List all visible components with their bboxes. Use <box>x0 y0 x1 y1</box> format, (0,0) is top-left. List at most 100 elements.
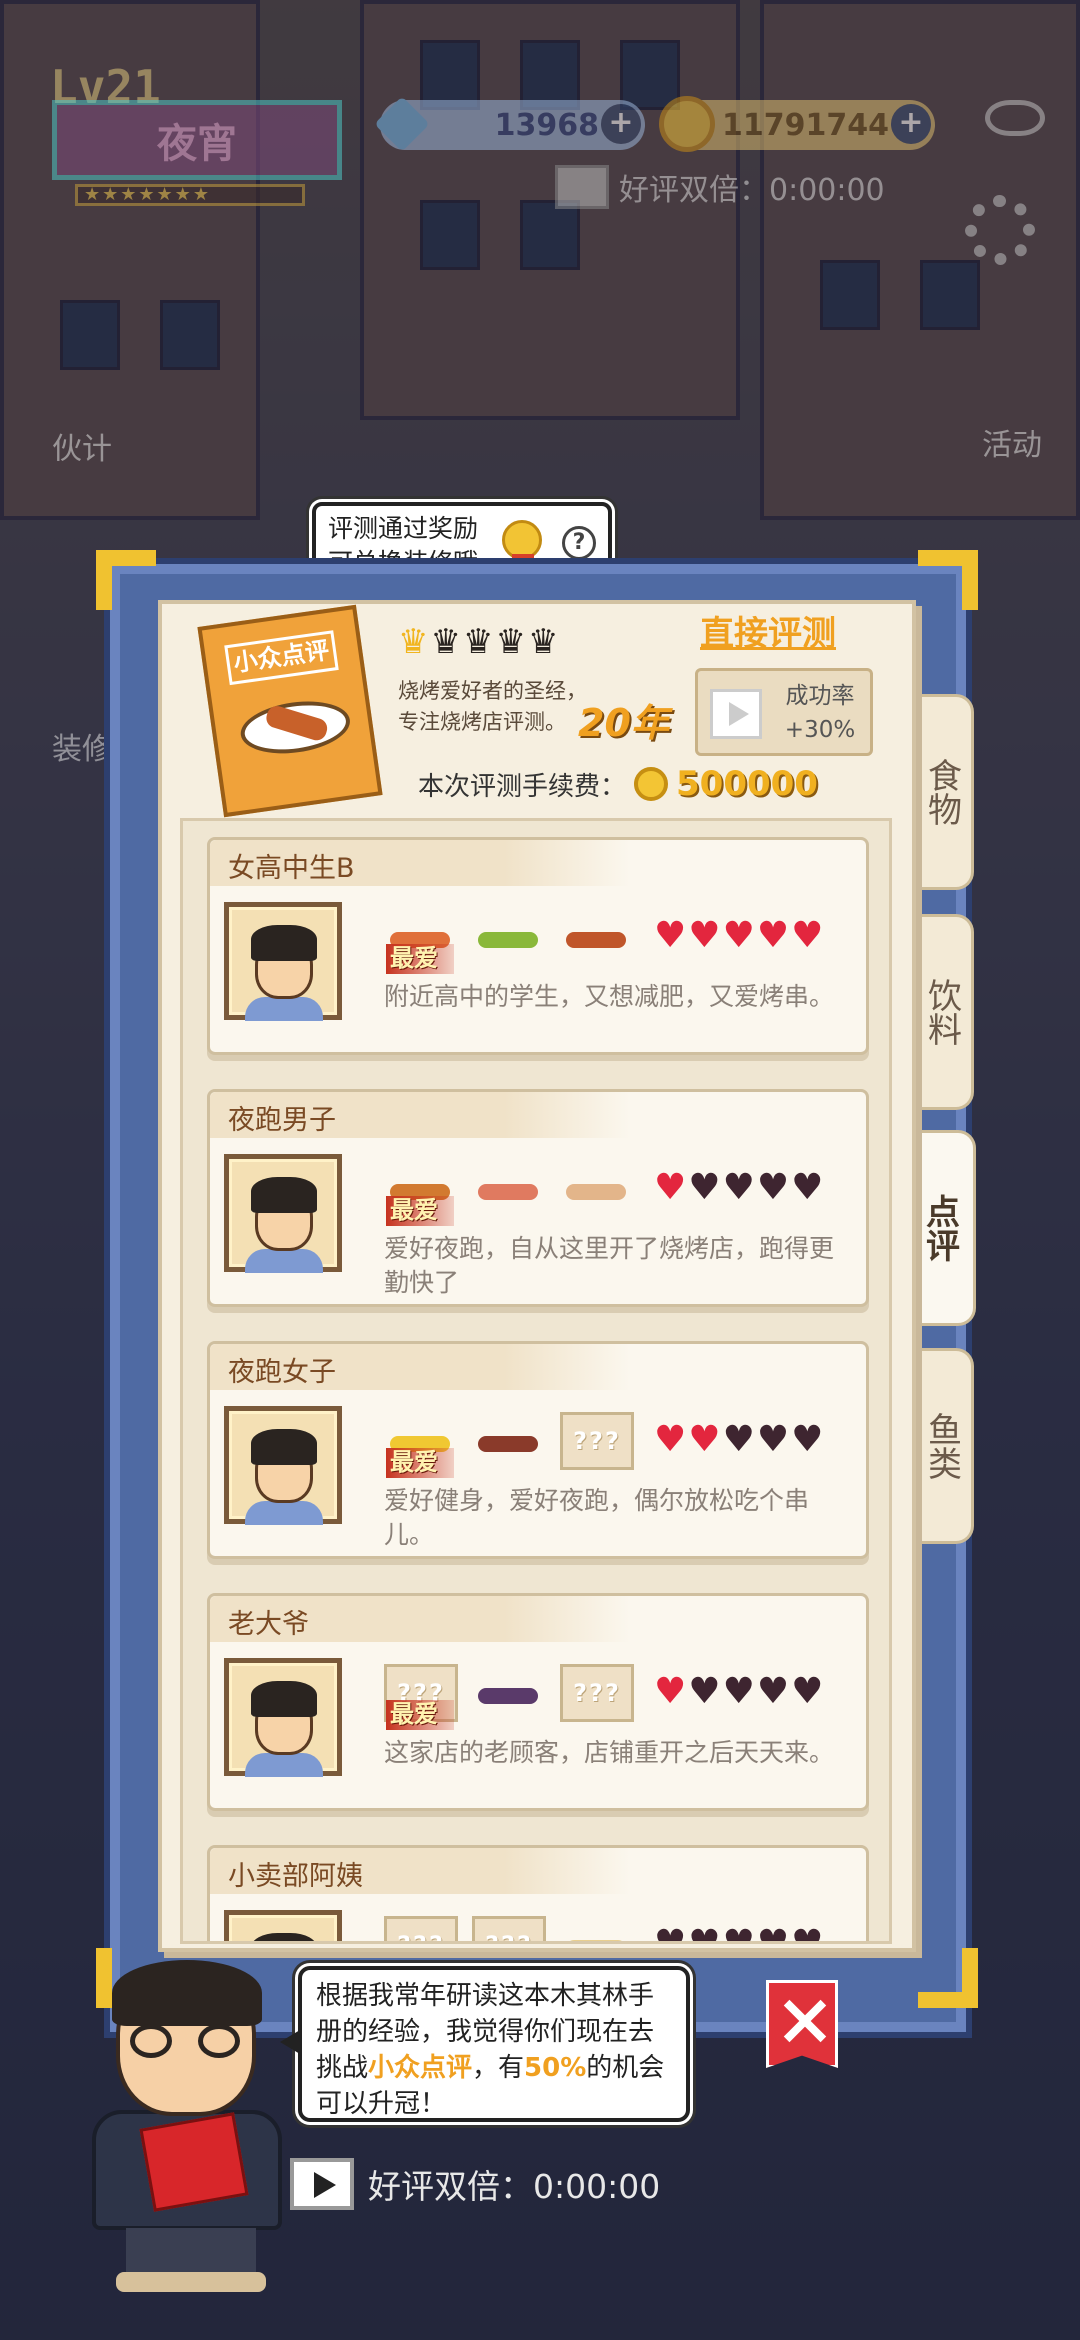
side-menu-events[interactable]: 活动 <box>982 420 1042 464</box>
heart-empty-icon: ♥ <box>756 1671 790 1712</box>
video-ad-icon <box>710 689 762 739</box>
heart-empty-icon: ♥ <box>791 1419 824 1460</box>
close-button[interactable] <box>766 1980 838 2068</box>
unknown-food-icon: ??? <box>560 1412 634 1470</box>
crown-empty-icon: ♛ <box>527 622 559 662</box>
shop-name-badge: 夜宵 <box>52 100 342 180</box>
unknown-food-label: ??? <box>475 1919 543 1941</box>
review-book-description-line2: 专注烧烤店评测。 <box>398 710 566 734</box>
heart-filled-icon: ♥ <box>688 1419 721 1460</box>
customer-name: 女高中生B <box>210 840 630 886</box>
customer-card[interactable]: 老大爷?????? 最爱 ♥ ♥ ♥ ♥ ♥ 这家店的老顾客，店铺重开之后天天来。 <box>207 1593 869 1811</box>
tab-fish[interactable]: 鱼类 <box>912 1348 974 1544</box>
success-rate-text: 成功率 +30% <box>770 679 870 747</box>
heart-empty-icon: ♥ <box>722 1419 755 1460</box>
heart-empty-icon: ♥ <box>722 1167 755 1208</box>
satisfaction-hearts: ♥ ♥ ♥ ♥ ♥ <box>654 916 823 956</box>
customer-name: 夜跑女子 <box>210 1344 630 1390</box>
tab-reviews[interactable]: 点评 <box>906 1130 976 1326</box>
frame-corner-bottom-right <box>918 1948 978 2008</box>
heart-filled-icon: ♥ <box>756 915 790 956</box>
customer-bio: 附近高中的学生，又想减肥，又爱烤串。 <box>384 982 835 1011</box>
unknown-food-icon: ??? <box>384 1916 458 1941</box>
bacon-slice-icon <box>472 1160 546 1218</box>
heart-empty-icon: ♥ <box>791 1923 824 1944</box>
heart-filled-icon: ♥ <box>654 1671 687 1712</box>
add-coins-button[interactable]: + <box>891 104 931 144</box>
crown-empty-icon: ♛ <box>495 622 526 662</box>
review-book-cover: 小众点评 <box>197 604 383 818</box>
customer-avatar <box>224 1154 342 1273</box>
eggplant-icon <box>472 1664 546 1722</box>
customer-card[interactable]: 小卖部阿姨??????♥♥♥♥♥ <box>207 1845 869 1944</box>
unknown-food-label: ??? <box>387 1919 455 1941</box>
review-fee-row: 本次评测手续费： 500000 <box>418 764 818 804</box>
tab-food[interactable]: 食物 <box>912 694 974 890</box>
satisfaction-hearts: ♥ ♥ ♥ ♥ ♥ <box>654 1420 823 1460</box>
green-onion-skewer-icon <box>472 908 546 966</box>
customer-name: 夜跑男子 <box>210 1092 630 1138</box>
customer-card[interactable]: 女高中生B 最爱 ♥ ♥ ♥ ♥ ♥ 附近高中的学生，又想减肥，又爱烤串。 <box>207 837 869 1055</box>
reward-tip-line1: 评测通过奖励 <box>328 514 479 543</box>
customer-avatar <box>224 1910 342 1941</box>
settings-gear-icon[interactable] <box>965 195 1035 265</box>
heart-filled-icon: ♥ <box>654 1419 687 1460</box>
advisor-highlight-2: 50% <box>524 2053 587 2083</box>
heart-empty-icon: ♥ <box>791 1671 824 1712</box>
unknown-food-label: ??? <box>573 1427 621 1455</box>
tab-drinks[interactable]: 饮料 <box>912 914 974 1110</box>
review-book-years: 20年 <box>578 701 669 745</box>
advisor-glasses <box>130 2024 240 2058</box>
customer-avatar <box>224 1658 342 1777</box>
review-book-title: 小众点评 <box>224 630 339 686</box>
shop-star-bar: ★★★★★★★ <box>75 184 305 206</box>
crown-empty-icon: ♛ <box>430 622 461 662</box>
crown-empty-icon: ♛ <box>462 622 494 662</box>
tab-reviews-label: 点评 <box>919 1194 960 1262</box>
tab-food-label: 食物 <box>921 758 962 826</box>
add-gems-button[interactable]: + <box>601 104 641 144</box>
advisor-shoes <box>116 2272 266 2292</box>
favorite-tag: 最爱 <box>386 1196 454 1226</box>
review-fee-label: 本次评测手续费： <box>418 771 627 802</box>
tab-fish-label: 鱼类 <box>921 1412 962 1480</box>
red-book-icon <box>139 2112 249 2212</box>
frame-corner-top-right <box>918 550 978 610</box>
success-rate-value: +30% <box>784 717 856 743</box>
advisor-speech-bubble: 根据我常年研读这本木其林手册的经验，我觉得你们现在去挑战小众点评，有50%的机会… <box>280 1966 690 2122</box>
double-review-label: 好评双倍：0:00:00 <box>368 2167 661 2206</box>
heart-empty-icon: ♥ <box>756 1419 790 1460</box>
customer-card[interactable]: 夜跑男子 最爱 ♥ ♥ ♥ ♥ ♥ 爱好夜跑，自从这里开了烧烤店，跑得更勤快了 <box>207 1089 869 1307</box>
success-rate-boost-button[interactable]: 成功率 +30% <box>695 668 873 756</box>
satisfaction-hearts: ♥ ♥ ♥ ♥ ♥ <box>654 1672 823 1712</box>
customer-bio: 爱好夜跑，自从这里开了烧烤店，跑得更勤快了 <box>384 1234 835 1297</box>
heart-filled-icon: ♥ <box>654 1167 687 1208</box>
unknown-food-icon: ??? <box>560 1664 634 1722</box>
customer-name: 小卖部阿姨 <box>210 1848 630 1894</box>
heart-empty-icon: ♥ <box>756 1923 790 1944</box>
customer-bio: 爱好健身，爱好夜跑，偶尔放松吃个串儿。 <box>384 1486 810 1549</box>
customer-name: 老大爷 <box>210 1596 630 1642</box>
heart-empty-icon: ♥ <box>688 1671 721 1712</box>
customer-avatar <box>224 902 342 1021</box>
heart-empty-icon: ♥ <box>756 1167 790 1208</box>
favorite-tag: 最爱 <box>386 1448 454 1478</box>
play-icon[interactable] <box>290 2158 354 2210</box>
eye-icon[interactable] <box>985 100 1045 136</box>
double-review-timer[interactable]: 好评双倍：0:00:00 <box>290 2158 660 2210</box>
customer-card[interactable]: 夜跑女子??? 最爱 ♥ ♥ ♥ ♥ ♥ 爱好健身，爱好夜跑，偶尔放松吃个串儿。 <box>207 1341 869 1559</box>
frame-corner-top-left <box>96 550 156 610</box>
customer-list[interactable]: 女高中生B 最爱 ♥ ♥ ♥ ♥ ♥ 附近高中的学生，又想减肥，又爱烤串。 夜跑男子 最爱 ♥ ♥ ♥ ♥… <box>180 818 892 1944</box>
coin-count: 11791744 <box>722 107 889 143</box>
direct-evaluate-button[interactable]: 直接评测 <box>700 606 836 655</box>
customer-bio: 这家店的老顾客，店铺重开之后天天来。 <box>384 1738 835 1767</box>
help-icon[interactable]: ? <box>562 526 596 560</box>
heart-filled-icon: ♥ <box>791 915 824 956</box>
video-ad-icon[interactable] <box>555 165 609 209</box>
side-menu-decor[interactable]: 装修 <box>52 724 112 768</box>
coin-icon <box>659 96 715 152</box>
advisor-hair <box>112 1960 262 2026</box>
side-menu-staff[interactable]: 伙计 <box>52 424 112 468</box>
success-rate-label: 成功率 <box>785 683 855 709</box>
bread-icon <box>560 1916 634 1941</box>
